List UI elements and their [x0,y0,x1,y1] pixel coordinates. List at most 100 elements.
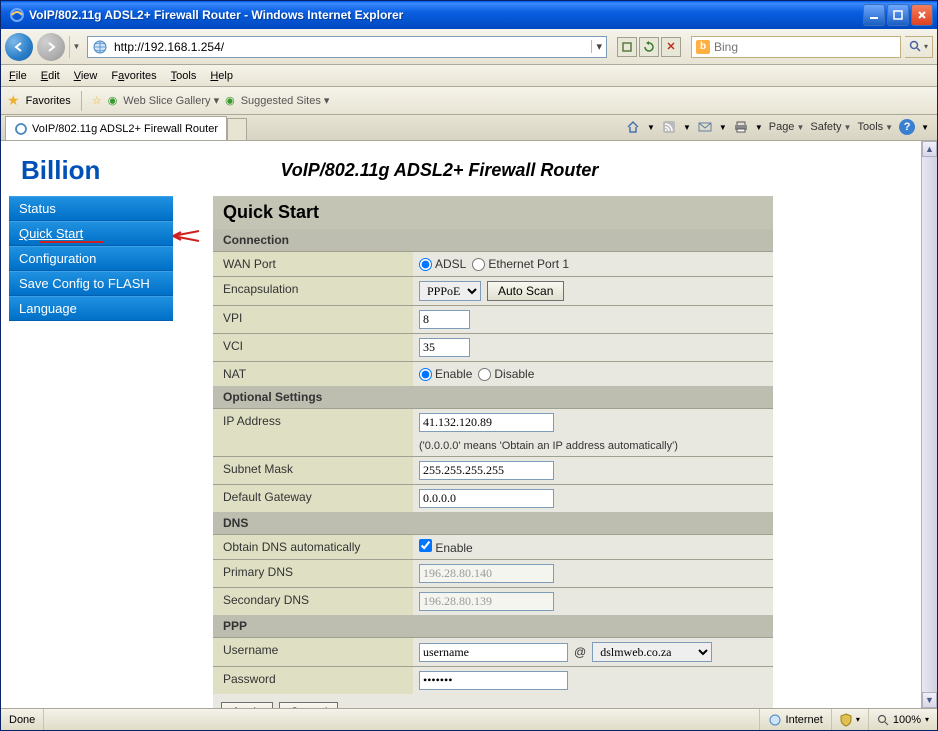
sidebar-item-status[interactable]: Status [9,196,173,221]
ip-note: ('0.0.0.0' means 'Obtain an IP address a… [419,440,767,452]
input-ip[interactable] [419,413,554,432]
search-button[interactable]: ▾ [905,36,933,58]
radio-nat-enable[interactable]: Enable [419,367,472,381]
label-subnet: Subnet Mask [213,457,413,484]
address-bar: ▾ [87,36,607,58]
scroll-down-icon[interactable]: ▼ [922,692,937,708]
label-secondary-dns: Secondary DNS [213,588,413,615]
zoom-control[interactable]: 100% ▾ [868,709,937,730]
menu-favorites[interactable]: Favorites [111,70,156,82]
mail-icon[interactable] [697,119,713,135]
input-primary-dns [419,564,554,583]
shield-icon [840,713,852,727]
home-dropdown[interactable]: ▼ [647,123,655,132]
input-password[interactable] [419,671,568,690]
sidebar-item-configuration[interactable]: Configuration [9,246,173,271]
new-tab-button[interactable] [227,118,247,140]
input-username[interactable] [419,643,568,662]
label-username: Username [213,638,413,666]
ie-icon [14,122,28,136]
mail-dropdown[interactable]: ▼ [719,123,727,132]
compat-view-icon[interactable] [617,37,637,57]
menu-view[interactable]: View [74,70,98,82]
tools-menu[interactable]: Tools ▼ [857,121,893,133]
brand-logo: Billion [21,155,100,186]
input-subnet[interactable] [419,461,554,480]
sidebar-item-language[interactable]: Language [9,296,173,321]
print-dropdown[interactable]: ▼ [755,123,763,132]
status-zone[interactable]: Internet [759,709,831,730]
cancel-button[interactable]: Cancel [279,702,338,708]
favorites-star-icon[interactable]: ★ [7,92,20,109]
label-nat: NAT [213,362,413,386]
scroll-up-icon[interactable]: ▲ [922,141,937,157]
ie-icon [9,7,25,23]
help-dropdown[interactable]: ▼ [921,123,929,132]
config-panel: Quick Start Connection WAN Port ADSL Eth… [213,196,773,708]
input-vci[interactable] [419,338,470,357]
radio-nat-disable[interactable]: Disable [478,367,534,381]
label-wanport: WAN Port [213,252,413,276]
safety-menu[interactable]: Safety ▼ [810,121,851,133]
status-done: Done [1,709,44,730]
sidebar-item-saveconfig[interactable]: Save Config to FLASH [9,271,173,296]
favorites-bar: ★ Favorites ☆ ◉ Web Slice Gallery ▾ ◉ Su… [1,87,937,115]
select-domain[interactable]: dslmweb.co.za [592,642,712,662]
favorites-label[interactable]: Favorites [26,95,71,107]
url-dropdown[interactable]: ▾ [591,40,606,53]
browser-tab[interactable]: VoIP/802.11g ADSL2+ Firewall Router [5,116,227,140]
label-ip: IP Address [213,409,413,456]
nav-bar: ▼ ▾ ✕ b ▾ [1,29,937,65]
status-bar: Done Internet ▾ 100% ▾ [1,708,937,730]
radio-ethernet[interactable]: Ethernet Port 1 [472,257,569,271]
page-menu[interactable]: Page ▼ [769,121,805,133]
close-button[interactable] [911,4,933,26]
section-ppp: PPP [213,615,773,637]
label-primary-dns: Primary DNS [213,560,413,587]
annotation-underline [39,241,103,243]
at-symbol: @ [574,645,586,659]
search-input[interactable] [714,40,896,54]
vertical-scrollbar[interactable]: ▲ ▼ [921,141,937,708]
label-vpi: VPI [213,306,413,333]
check-dns-auto[interactable]: Enable [419,539,473,555]
content-area: Billion VoIP/802.11g ADSL2+ Firewall Rou… [1,141,937,708]
forward-button[interactable] [37,33,65,61]
page-banner: Billion VoIP/802.11g ADSL2+ Firewall Rou… [1,141,921,196]
globe-icon [92,39,108,55]
protected-mode[interactable]: ▾ [831,709,868,730]
input-gateway[interactable] [419,489,554,508]
page-title: VoIP/802.11g ADSL2+ Firewall Router [280,160,598,181]
menu-tools[interactable]: Tools [171,70,197,82]
radio-adsl[interactable]: ADSL [419,257,466,271]
select-encapsulation[interactable]: PPPoE [419,281,481,301]
menu-help[interactable]: Help [210,70,233,82]
url-input[interactable] [112,40,591,54]
input-vpi[interactable] [419,310,470,329]
home-icon[interactable] [625,119,641,135]
fav-add-icon[interactable]: ☆ [92,94,102,107]
print-icon[interactable] [733,119,749,135]
menu-bar: File Edit View Favorites Tools Help [1,65,937,87]
zoom-icon [877,714,889,726]
section-optional: Optional Settings [213,386,773,408]
feeds-icon[interactable] [661,119,677,135]
input-secondary-dns [419,592,554,611]
refresh-button[interactable] [639,37,659,57]
apply-button[interactable]: Apply [221,702,273,708]
suggested-link[interactable]: Suggested Sites ▾ [241,94,330,107]
webslice-icon: ◉ [108,94,118,107]
sidebar-item-quickstart[interactable]: Quick Start [9,221,173,246]
back-button[interactable] [5,33,33,61]
maximize-button[interactable] [887,4,909,26]
minimize-button[interactable] [863,4,885,26]
autoscan-button[interactable]: Auto Scan [487,281,564,301]
feeds-dropdown[interactable]: ▼ [683,123,691,132]
nav-history-dropdown[interactable]: ▼ [69,36,83,58]
webslice-link[interactable]: Web Slice Gallery ▾ [123,94,219,107]
stop-button[interactable]: ✕ [661,37,681,57]
help-icon[interactable]: ? [899,119,915,135]
bing-icon: b [696,40,710,54]
menu-file[interactable]: File [9,70,27,82]
menu-edit[interactable]: Edit [41,70,60,82]
